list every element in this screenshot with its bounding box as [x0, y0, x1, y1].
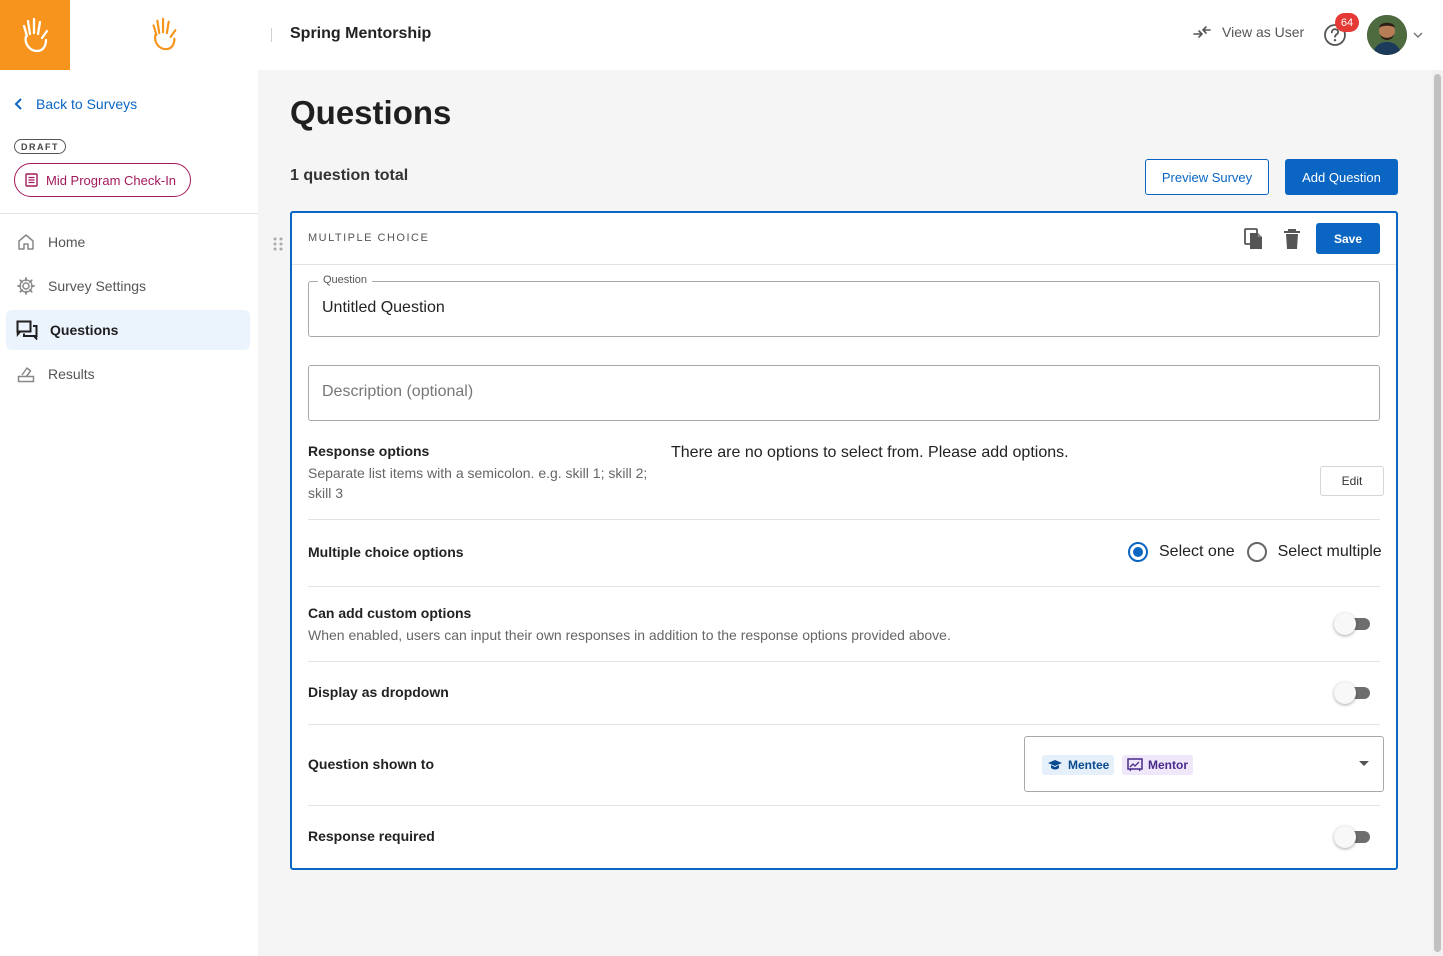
question-input[interactable] [322, 299, 1362, 317]
custom-options-label: Can add custom options [308, 605, 472, 621]
description-field[interactable] [308, 365, 1380, 421]
save-button[interactable]: Save [1316, 223, 1380, 254]
back-link-label: Back to Surveys [36, 96, 138, 112]
hand-logo-small-icon [152, 17, 177, 51]
dropdown-arrow-icon [1359, 761, 1369, 766]
questions-icon [16, 320, 38, 340]
sidebar: Back to Surveys DRAFT Mid Program Check-… [0, 70, 258, 956]
duplicate-icon[interactable] [1243, 227, 1265, 251]
preview-survey-button[interactable]: Preview Survey [1145, 159, 1269, 195]
graduation-cap-icon [1048, 760, 1062, 770]
row-divider [308, 724, 1380, 725]
response-required-toggle[interactable] [1334, 826, 1370, 848]
no-options-message: There are no options to select from. Ple… [671, 444, 1069, 461]
question-field-label: Question [318, 274, 373, 286]
row-divider [308, 586, 1380, 587]
survey-name-label: Mid Program Check-In [46, 172, 177, 188]
custom-options-help: When enabled, users can input their own … [308, 627, 951, 643]
select-multiple-label: Select multiple [1277, 543, 1382, 560]
survey-name-pill[interactable]: Mid Program Check-In [14, 163, 191, 197]
results-icon [17, 367, 35, 383]
response-required-label: Response required [308, 828, 435, 844]
chevron-left-icon [14, 98, 22, 110]
sidebar-item-questions[interactable]: Questions [6, 310, 250, 350]
sidebar-item-label: Questions [50, 322, 119, 338]
chevron-down-icon[interactable] [1411, 28, 1425, 42]
sidebar-item-label: Home [48, 234, 86, 250]
sidebar-divider [0, 213, 258, 214]
view-as-user-button[interactable]: View as User [1192, 24, 1304, 40]
response-options-help: Separate list items with a semicolon. e.… [308, 465, 648, 501]
question-card: MULTIPLE CHOICE Save Question Response o… [290, 211, 1398, 870]
mentee-chip-label: Mentee [1068, 758, 1110, 772]
gear-icon [17, 277, 35, 295]
home-icon [18, 234, 34, 250]
shown-to-label: Question shown to [308, 756, 434, 772]
select-one-label: Select one [1159, 543, 1235, 560]
view-as-user-label: View as User [1222, 24, 1305, 40]
hand-logo-icon [22, 17, 49, 53]
edit-options-button[interactable]: Edit [1320, 466, 1384, 496]
add-question-button[interactable]: Add Question [1285, 159, 1398, 195]
mentor-chip-label: Mentor [1148, 758, 1188, 772]
user-avatar[interactable] [1367, 15, 1407, 55]
display-dropdown-label: Display as dropdown [308, 684, 449, 700]
drag-handle-icon[interactable] [272, 236, 284, 252]
page-title: Questions [290, 94, 452, 131]
sidebar-item-label: Survey Settings [48, 278, 147, 294]
program-title: Spring Mentorship [290, 25, 432, 42]
question-count: 1 question total [290, 167, 409, 184]
select-one-radio[interactable] [1128, 542, 1148, 562]
top-bar: Spring Mentorship View as User 64 [0, 0, 1443, 70]
sidebar-item-home[interactable]: Home [6, 222, 250, 262]
sidebar-item-survey-settings[interactable]: Survey Settings [6, 266, 250, 306]
presentation-board-icon [1127, 758, 1143, 772]
trash-icon[interactable] [1283, 228, 1301, 250]
back-to-surveys-link[interactable]: Back to Surveys [14, 96, 137, 112]
response-options-label: Response options [308, 443, 430, 459]
notification-badge: 64 [1335, 13, 1359, 32]
multiple-choice-label: Multiple choice options [308, 544, 464, 560]
row-divider [308, 519, 1380, 520]
status-badge: DRAFT [14, 139, 66, 154]
scrollbar-thumb[interactable] [1434, 74, 1441, 952]
survey-document-icon [25, 173, 38, 187]
question-field[interactable]: Question [308, 274, 1380, 337]
app-logo[interactable] [0, 0, 70, 70]
mentor-chip: Mentor [1122, 755, 1193, 775]
swap-arrows-icon [1193, 26, 1211, 38]
question-type-label: MULTIPLE CHOICE [308, 232, 430, 244]
shown-to-select[interactable]: Mentee Mentor [1024, 736, 1384, 792]
main-content: Questions 1 question total Preview Surve… [258, 70, 1432, 956]
select-multiple-radio[interactable] [1246, 542, 1267, 562]
avatar-image [1367, 15, 1407, 55]
row-divider [308, 805, 1380, 806]
display-dropdown-toggle[interactable] [1334, 682, 1370, 704]
mentee-chip: Mentee [1042, 755, 1115, 775]
description-input[interactable] [322, 383, 1362, 401]
sidebar-item-label: Results [48, 366, 95, 382]
header-divider [271, 28, 272, 42]
sidebar-item-results[interactable]: Results [6, 354, 250, 394]
page-scrollbar[interactable] [1432, 70, 1443, 956]
selection-mode-radio-group: Select one Select multiple [1128, 542, 1382, 562]
question-card-header: MULTIPLE CHOICE Save [292, 213, 1396, 265]
row-divider [308, 661, 1380, 662]
custom-options-toggle[interactable] [1334, 613, 1370, 635]
